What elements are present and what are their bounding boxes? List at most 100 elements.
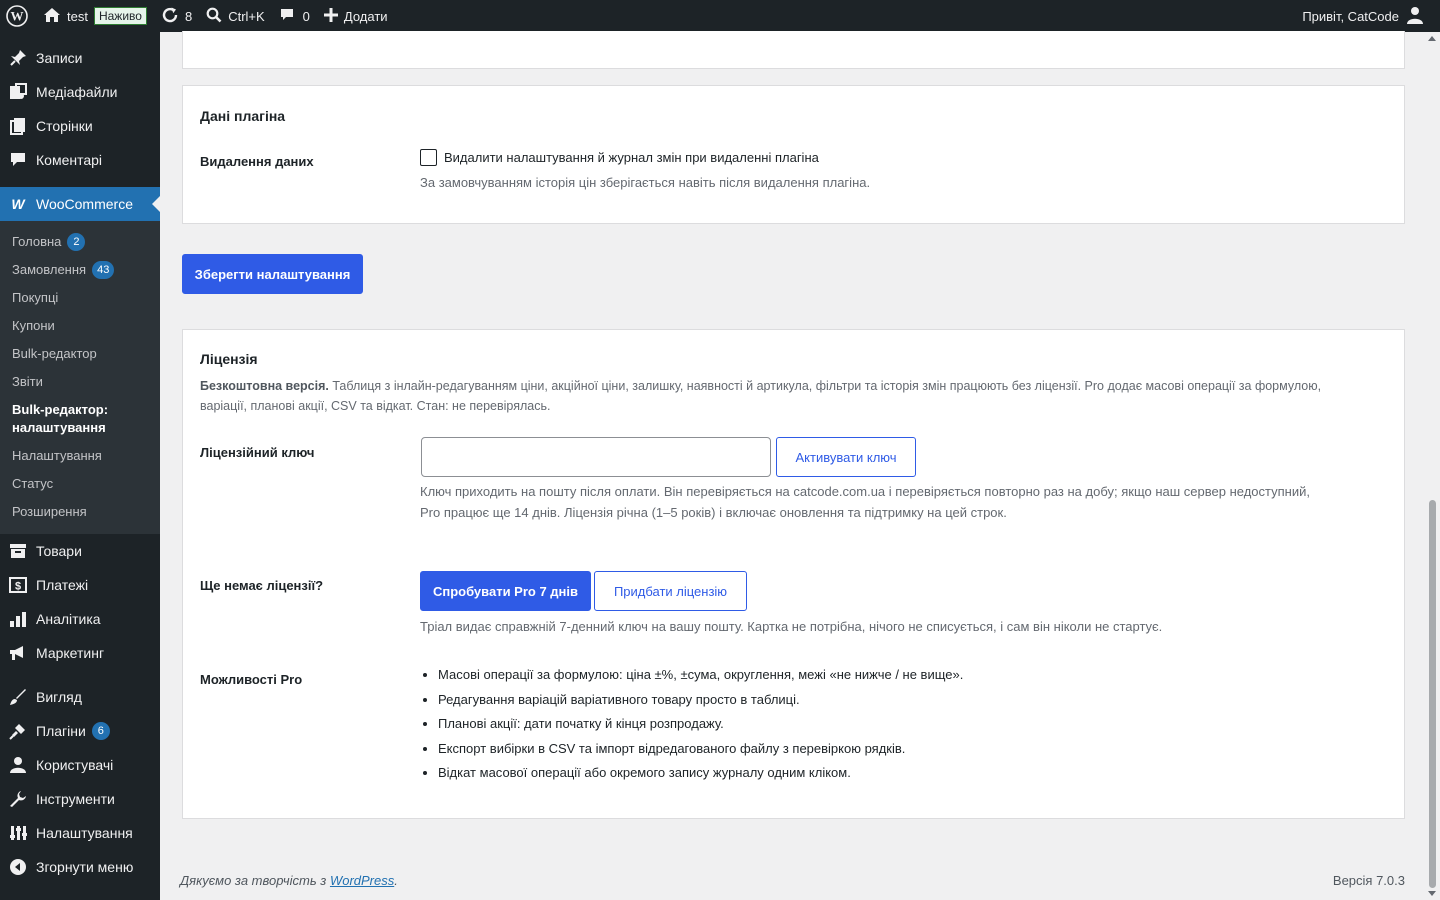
plugin-icon: [8, 721, 28, 741]
megaphone-icon: [8, 643, 28, 663]
menu-label: Користувачі: [36, 757, 114, 773]
menu-settings[interactable]: Налаштування: [0, 816, 160, 850]
live-badge: Наживо: [93, 7, 147, 25]
remove-data-option[interactable]: Видалити налаштування й журнал змін при …: [420, 149, 819, 166]
menu-media[interactable]: Медіафайли: [0, 75, 160, 109]
collapse-menu-button[interactable]: Згорнути меню: [0, 850, 160, 884]
pro-features-label: Можливості Pro: [200, 672, 303, 687]
menu-label: Записи: [36, 50, 83, 66]
collapse-icon: [8, 857, 28, 877]
woocommerce-icon: W: [8, 194, 28, 214]
comments-link[interactable]: 0: [272, 0, 317, 32]
submenu-label: Головна: [12, 234, 62, 249]
brush-icon: [8, 687, 28, 707]
no-license-label: Ще немає ліцензії?: [200, 578, 324, 593]
menu-tools[interactable]: Інструменти: [0, 782, 160, 816]
refresh-icon: [161, 6, 179, 27]
woocommerce-submenu: Головна 2 Замовлення 43 Покупці Купони Bul…: [0, 221, 160, 534]
submenu-label: Bulk-редактор: налаштування: [12, 402, 109, 435]
command-palette-link[interactable]: Ctrl+K: [199, 0, 271, 32]
license-key-input[interactable]: [421, 437, 771, 477]
menu-marketing[interactable]: Маркетинг: [0, 636, 160, 670]
license-key-description: Ключ приходить на пошту після оплати. Ві…: [420, 481, 1400, 523]
menu-products[interactable]: Товари: [0, 534, 160, 568]
search-shortcut: Ctrl+K: [228, 8, 265, 24]
submenu-orders[interactable]: Замовлення 43: [0, 256, 160, 284]
admin-sidebar: Записи Медіафайли Сторінки Коментарі W W…: [0, 32, 160, 900]
menu-label: Маркетинг: [36, 645, 105, 661]
scroll-down-icon[interactable]: [1428, 891, 1436, 896]
remove-data-checkbox[interactable]: [420, 149, 437, 166]
submenu-label: Bulk-редактор: [12, 346, 97, 361]
add-new-link[interactable]: Додати: [317, 0, 395, 32]
svg-text:W: W: [11, 9, 24, 24]
site-name-link[interactable]: test Наживо: [36, 0, 154, 32]
submenu-label: Замовлення: [12, 262, 87, 277]
comments-count: 0: [302, 8, 310, 24]
submenu-coupons[interactable]: Купони: [0, 312, 160, 340]
trial-description: Тріал видає справжній 7-денний ключ на в…: [420, 619, 1163, 634]
menu-label: Платежі: [36, 577, 89, 593]
pin-icon: [8, 48, 28, 68]
license-card: Ліцензія Безкоштовна версія. Таблиця з і…: [182, 329, 1405, 819]
submenu-status[interactable]: Статус: [0, 470, 160, 498]
license-intro-text-2: варіації, планові акції, CSV та відкат. …: [200, 399, 551, 413]
home-icon: [43, 7, 61, 26]
archive-icon: [8, 541, 28, 561]
submenu-bulk-editor[interactable]: Bulk-редактор: [0, 340, 160, 368]
menu-woocommerce[interactable]: W WooCommerce: [0, 187, 160, 221]
plus-icon: [323, 7, 338, 25]
add-new-label: Додати: [343, 8, 388, 24]
license-intro-text: Таблиця з інлайн-редагуванням ціни, акці…: [328, 379, 1322, 393]
menu-users[interactable]: Користувачі: [0, 748, 160, 782]
footer-thanks-suffix: .: [394, 873, 398, 888]
footer-version: Версія 7.0.3: [1332, 873, 1405, 888]
list-item: Планові акції: дати початку й кінця розп…: [438, 712, 963, 737]
list-item: Відкат масової операції або окремого зап…: [438, 761, 963, 786]
scroll-up-icon[interactable]: [1428, 36, 1436, 41]
svg-text:$: $: [15, 581, 21, 593]
wordpress-link[interactable]: WordPress: [330, 873, 394, 888]
settings-icon: [8, 823, 28, 843]
menu-pages[interactable]: Сторінки: [0, 109, 160, 143]
updates-count: 8: [184, 8, 193, 24]
submenu-settings[interactable]: Налаштування: [0, 442, 160, 470]
submenu-label: Налаштування: [12, 448, 102, 463]
page-scrollbar[interactable]: [1425, 32, 1440, 900]
license-key-label: Ліцензійний ключ: [200, 445, 315, 460]
previous-settings-card: [182, 31, 1405, 69]
try-pro-button[interactable]: Спробувати Pro 7 днів: [420, 571, 591, 611]
list-item: Експорт вибірки в CSV та імпорт відредаг…: [438, 737, 963, 762]
save-settings-button[interactable]: Зберегти налаштування: [182, 254, 363, 294]
menu-payments[interactable]: $ Платежі: [0, 568, 160, 602]
menu-appearance[interactable]: Вигляд: [0, 680, 160, 714]
wordpress-logo-icon[interactable]: W: [0, 0, 36, 32]
avatar-icon: [1407, 6, 1423, 27]
count-badge: 6: [91, 722, 110, 740]
menu-comments[interactable]: Коментарі: [0, 143, 160, 177]
activate-key-button[interactable]: Активувати ключ: [776, 437, 916, 477]
menu-label: WooCommerce: [36, 196, 133, 212]
user-account-link[interactable]: Привіт, CatCode: [1295, 0, 1430, 32]
plugin-data-card: Дані плагіна Видалення даних Видалити на…: [182, 85, 1405, 224]
menu-posts[interactable]: Записи: [0, 41, 160, 75]
menu-label: Інструменти: [36, 791, 115, 807]
scrollbar-thumb[interactable]: [1429, 500, 1436, 888]
submenu-home[interactable]: Головна 2: [0, 228, 160, 256]
greeting: Привіт, CatCode: [1302, 8, 1399, 24]
checkbox-label: Видалити налаштування й журнал змін при …: [444, 150, 819, 165]
buy-license-button[interactable]: Придбати ліцензію: [594, 571, 747, 611]
comment-icon: [8, 150, 28, 170]
list-item: Редагування варіацій варіативного товару…: [438, 688, 963, 713]
site-name: test: [67, 8, 88, 24]
menu-plugins[interactable]: Плагіни 6: [0, 714, 160, 748]
main-content: Дані плагіна Видалення даних Видалити на…: [160, 31, 1425, 900]
submenu-extensions[interactable]: Розширення: [0, 498, 160, 526]
submenu-label: Розширення: [12, 504, 87, 519]
submenu-customers[interactable]: Покупці: [0, 284, 160, 312]
submenu-reports[interactable]: Звіти: [0, 368, 160, 396]
submenu-bulk-editor-settings[interactable]: Bulk-редактор: налаштування: [0, 396, 160, 442]
menu-analytics[interactable]: Аналітика: [0, 602, 160, 636]
updates-link[interactable]: 8: [154, 0, 199, 32]
submenu-label: Звіти: [12, 374, 43, 389]
